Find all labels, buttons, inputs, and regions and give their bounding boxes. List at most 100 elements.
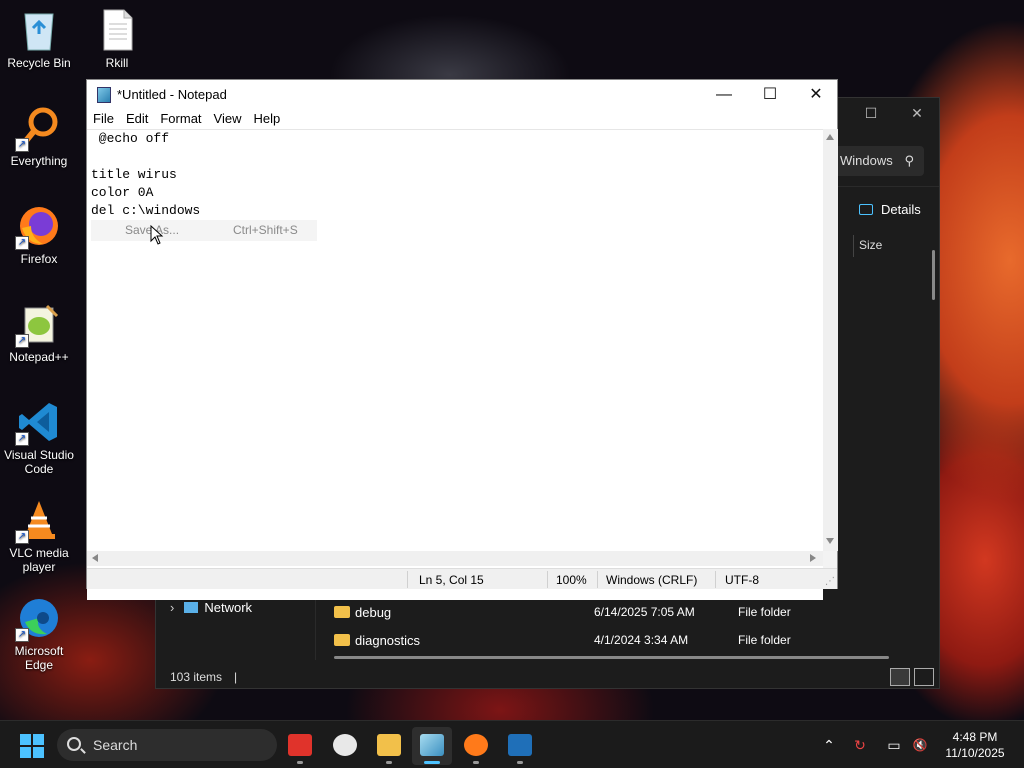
minimize-button[interactable]: — (701, 80, 747, 109)
shortcut-arrow-icon: ↗ (15, 236, 29, 250)
status-divider (715, 571, 716, 588)
menu-file[interactable]: File (87, 109, 120, 129)
notepad-title-bar[interactable]: *Untitled - Notepad — ☐ ✕ (87, 80, 837, 109)
taskbar-app-monitor[interactable] (500, 727, 540, 765)
firefox-icon (464, 734, 488, 756)
explorer-search-text: Windows (840, 153, 893, 168)
scroll-left-icon[interactable] (92, 554, 98, 562)
column-header-size[interactable]: Size (859, 238, 882, 252)
chevron-up-icon[interactable]: ⌃ (818, 721, 840, 768)
anydesk-icon (288, 734, 312, 756)
file-type: File folder (738, 633, 791, 647)
resize-grip-icon[interactable]: ⋰ (825, 576, 835, 587)
status-divider (547, 571, 548, 588)
details-pane-icon (859, 204, 873, 215)
taskbar-app-anydesk[interactable] (280, 727, 320, 765)
desktop-icon-label: Notepad++ (9, 350, 69, 364)
network-icon (184, 602, 199, 613)
menu-view[interactable]: View (208, 109, 248, 129)
line-endings: Windows (CRLF) (606, 573, 698, 587)
mouse-cursor-icon (150, 225, 164, 245)
chevron-right-icon: › (170, 600, 175, 615)
details-label: Details (881, 202, 921, 217)
shortcut-arrow-icon: ↗ (15, 334, 29, 348)
horizontal-scrollbar[interactable] (87, 551, 823, 566)
menu-format[interactable]: Format (154, 109, 207, 129)
desktop-icon-firefox[interactable]: ↗ Firefox (0, 204, 78, 266)
desktop-icon-edge[interactable]: ↗ Microsoft Edge (0, 596, 78, 672)
tiles-view-button[interactable] (914, 668, 934, 686)
scroll-right-icon[interactable] (810, 554, 816, 562)
menu-help[interactable]: Help (247, 109, 286, 129)
desktop-icon-vlc[interactable]: ↗ VLC media player (0, 498, 78, 574)
search-label: Search (93, 737, 138, 753)
notepad-window[interactable]: *Untitled - Notepad — ☐ ✕ File Edit Format… (86, 79, 838, 600)
nav-item-network[interactable]: › Network (170, 600, 252, 615)
explorer-horizontal-scrollbar[interactable] (334, 656, 889, 659)
display-icon[interactable]: ▭ (882, 721, 906, 768)
desktop-icon-rkill[interactable]: Rkill (78, 8, 156, 70)
clock-time: 4:48 PM (952, 730, 998, 744)
file-row-debug[interactable]: debug (334, 605, 391, 620)
window-title: *Untitled - Notepad (117, 87, 227, 102)
volume-muted-icon[interactable]: 🔇 (908, 721, 932, 768)
desktop-icon-notepadpp[interactable]: ↗ Notepad++ (0, 302, 78, 364)
search-icon: ⚲ (904, 153, 914, 168)
taskbar-app-antivirus[interactable] (325, 727, 365, 765)
search-icon (67, 737, 81, 751)
column-separator (853, 235, 854, 257)
menu-edit[interactable]: Edit (120, 109, 154, 129)
taskbar-app-file-explorer[interactable] (369, 727, 409, 765)
everything-search-icon: ↗ (15, 106, 61, 152)
explorer-search-box[interactable]: Windows ⚲ (834, 146, 924, 176)
system-clock[interactable]: 4:48 PM 11/10/2025 (935, 729, 1015, 761)
desktop-icon-label: Firefox (20, 252, 58, 266)
cursor-position: Ln 5, Col 15 (419, 573, 484, 587)
vlc-icon: ↗ (15, 498, 61, 544)
explorer-vertical-scrollbar[interactable] (932, 250, 935, 300)
save-as-menu-remnant[interactable]: Save As... Ctrl+Shift+S (91, 220, 317, 241)
editor-line: del c:\windows (91, 203, 201, 218)
desktop-icon-label: Visual Studio Code (4, 448, 74, 476)
vscode-icon: ↗ (15, 400, 61, 446)
taskbar-app-notepad[interactable] (412, 727, 452, 765)
nav-item-label: Network (204, 600, 253, 615)
desktop-icon-label: Microsoft Edge (14, 644, 64, 672)
start-button[interactable] (20, 734, 44, 758)
file-row-diagnostics[interactable]: diagnostics (334, 633, 420, 648)
close-button[interactable]: ✕ (793, 80, 839, 109)
editor-line: @echo off (91, 131, 170, 146)
explorer-maximize-button[interactable]: ☐ (848, 98, 894, 128)
scroll-up-icon[interactable] (826, 134, 834, 140)
desktop-icon-recycle-bin[interactable]: Recycle Bin (0, 8, 78, 70)
antivirus-icon (333, 734, 357, 756)
desktop-icon-label: Recycle Bin (7, 56, 71, 70)
folder-icon (334, 606, 350, 618)
folder-icon (377, 734, 401, 756)
editor-line: color 0A (91, 185, 154, 200)
edge-icon: ↗ (15, 596, 61, 642)
desktop-icon-vscode[interactable]: ↗ Visual Studio Code (0, 400, 78, 476)
explorer-close-button[interactable]: ✕ (894, 98, 940, 128)
maximize-button[interactable]: ☐ (747, 80, 793, 109)
taskbar-search[interactable]: Search (57, 729, 277, 761)
taskbar-app-firefox[interactable] (456, 727, 496, 765)
explorer-details-button[interactable]: Details (859, 202, 921, 217)
file-date: 4/1/2024 3:34 AM (594, 633, 689, 647)
vertical-scrollbar[interactable] (823, 129, 838, 551)
clock-date: 11/10/2025 (945, 746, 1005, 760)
status-divider (407, 571, 408, 588)
file-type: File folder (738, 605, 791, 619)
text-editor-area[interactable]: @echo off title wirus color 0A del c:\wi… (87, 129, 823, 600)
details-view-button[interactable] (890, 668, 910, 686)
update-icon[interactable]: ↻ (848, 721, 872, 768)
encoding: UTF-8 (725, 573, 759, 587)
desktop-icon-everything[interactable]: ↗ Everything (0, 106, 78, 168)
notepad-app-icon (97, 87, 111, 103)
scroll-down-icon[interactable] (826, 538, 834, 544)
document-icon (95, 8, 139, 52)
menu-bar: File Edit Format View Help (87, 109, 837, 129)
recycle-bin-icon (17, 8, 61, 52)
file-date: 6/14/2025 7:05 AM (594, 605, 695, 619)
